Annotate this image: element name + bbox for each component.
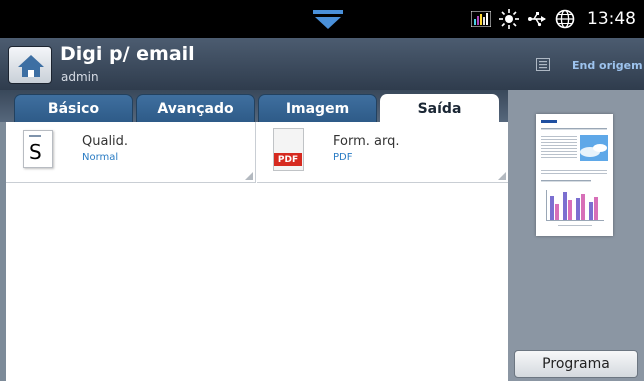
- tab-avancado[interactable]: Avançado: [136, 94, 255, 122]
- preview-panel: Programa: [508, 90, 644, 381]
- app-header: Digi p/ email admin End origem: [0, 38, 644, 90]
- pdf-file-icon: PDF: [273, 128, 304, 171]
- option-file-format[interactable]: PDF Form. arq. PDF: [257, 122, 508, 183]
- tab-saida[interactable]: Saída: [380, 94, 499, 122]
- signal-bars-icon: [471, 11, 491, 27]
- pdf-badge: PDF: [274, 153, 302, 166]
- option-quality[interactable]: S Qualid. Normal: [6, 122, 256, 183]
- options-panel: S Qualid. Normal PDF Form. arq. PDF: [0, 122, 508, 381]
- document-s-icon: S: [23, 130, 53, 168]
- option-file-format-label: Form. arq.: [333, 134, 400, 149]
- usb-icon: [527, 11, 547, 27]
- pull-down-arrow-icon[interactable]: [313, 10, 343, 30]
- clock-time: 13:48: [587, 9, 636, 29]
- tab-imagem[interactable]: Imagem: [258, 94, 377, 122]
- end-original-button[interactable]: End origem: [572, 59, 643, 72]
- option-file-format-value: PDF: [333, 152, 353, 163]
- end-original-icon[interactable]: [536, 58, 550, 71]
- home-icon: [18, 55, 44, 77]
- option-quality-value: Normal: [82, 152, 119, 163]
- document-preview[interactable]: [536, 114, 613, 236]
- user-name: admin: [61, 70, 99, 84]
- page-title: Digi p/ email: [60, 43, 195, 65]
- program-button[interactable]: Programa: [514, 350, 638, 378]
- sun-icon: [499, 9, 519, 29]
- globe-icon: [555, 9, 575, 29]
- home-button[interactable]: [8, 46, 52, 84]
- preview-thumbnail: [541, 120, 608, 226]
- status-bar: 13:48: [0, 0, 644, 38]
- tab-bar: Básico Avançado Imagem Saída: [0, 90, 508, 122]
- tab-basico[interactable]: Básico: [14, 94, 133, 122]
- option-quality-label: Qualid.: [82, 134, 129, 149]
